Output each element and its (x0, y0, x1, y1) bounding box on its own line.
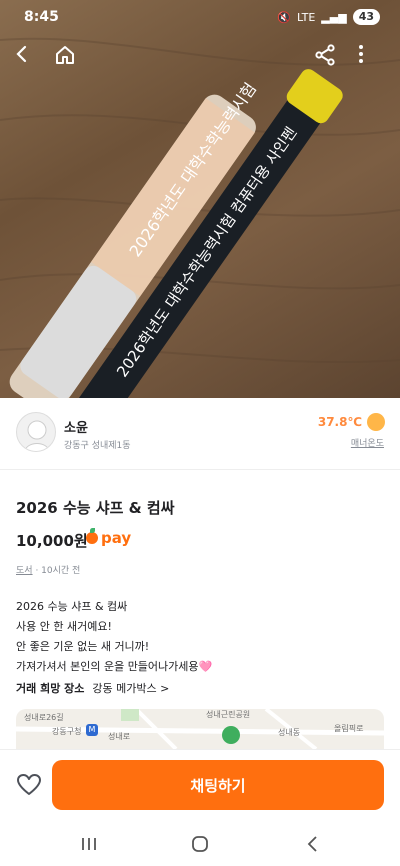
mute-icon: 🔇 (277, 10, 291, 24)
network-label: LTE (297, 10, 316, 24)
battery-badge: 43 (352, 9, 380, 25)
metro-icon: M (86, 724, 98, 736)
back-arrow-icon[interactable] (12, 44, 42, 74)
status-time: 8:45 (24, 9, 59, 25)
map-label-dong: 성내동 (278, 728, 301, 737)
category-link[interactable]: 도서 (16, 566, 33, 576)
listing-description: 2026 수능 샤프 & 컴싸 사용 안 한 새거예요! 안 좋은 기운 없는 … (16, 600, 213, 673)
avatar[interactable] (16, 412, 56, 452)
product-photo[interactable]: 2026학년도 대학수학능력시험 2026학년도 대학수학능력시험 컴퓨터용 사… (0, 0, 400, 398)
share-icon[interactable] (314, 44, 344, 74)
time-ago: 10시간 전 (41, 566, 81, 576)
manner-temperature: 37.8℃ (317, 415, 362, 429)
trade-place[interactable]: 거래 희망 장소 강동 메가박스 > (16, 680, 169, 696)
listing-title: 2026 수능 샤프 & 컴싸 (16, 499, 175, 517)
back-button-icon[interactable] (300, 831, 326, 857)
recent-apps-icon[interactable] (76, 831, 102, 857)
seller-name: 소윤 (64, 421, 88, 436)
system-navigation-bar (0, 821, 400, 866)
carrot-pay-icon (86, 528, 98, 544)
map-label-park: 성내근린공원 (206, 710, 251, 719)
home-button-icon[interactable] (187, 831, 213, 857)
pay-label: pay (101, 529, 132, 547)
more-vertical-icon[interactable] (358, 44, 388, 74)
home-icon[interactable] (54, 44, 84, 74)
map-label-olympic-road: 올림픽로 (334, 724, 364, 733)
listing-price: 10,000원 (16, 532, 88, 550)
pay-badge: pay (86, 528, 132, 547)
heart-icon[interactable] (16, 772, 42, 798)
status-icons: 🔇 LTE ▂▄▆ 43 (277, 9, 380, 25)
manner-temperature-label[interactable]: 매너온도 (351, 436, 384, 449)
map-label-road: 성내로 (108, 732, 131, 741)
listing-meta: 도서 · 10시간 전 (16, 563, 80, 576)
tree-pin-icon (222, 726, 240, 744)
bottom-action-bar: 채팅하기 (0, 749, 400, 821)
map-label-street: 성내로26길 (24, 713, 64, 722)
trade-place-label: 거래 희망 장소 (16, 682, 85, 695)
map-preview[interactable]: 성내근린공원 성내로26길 강동구청 M 성내로 성내동 올림픽로 (16, 709, 384, 749)
smile-face-icon (367, 413, 385, 431)
chat-button[interactable]: 채팅하기 (52, 760, 384, 810)
map-label-district-office: 강동구청 (52, 727, 82, 736)
status-bar: 8:45 🔇 LTE ▂▄▆ 43 (0, 0, 400, 36)
signal-icon: ▂▄▆ (321, 10, 347, 24)
seller-location: 강동구 성내제1동 (64, 441, 131, 451)
seller-profile[interactable]: 소윤 강동구 성내제1동 37.8℃ 매너온도 (0, 398, 400, 470)
trade-place-value[interactable]: 강동 메가박스 > (92, 680, 169, 696)
